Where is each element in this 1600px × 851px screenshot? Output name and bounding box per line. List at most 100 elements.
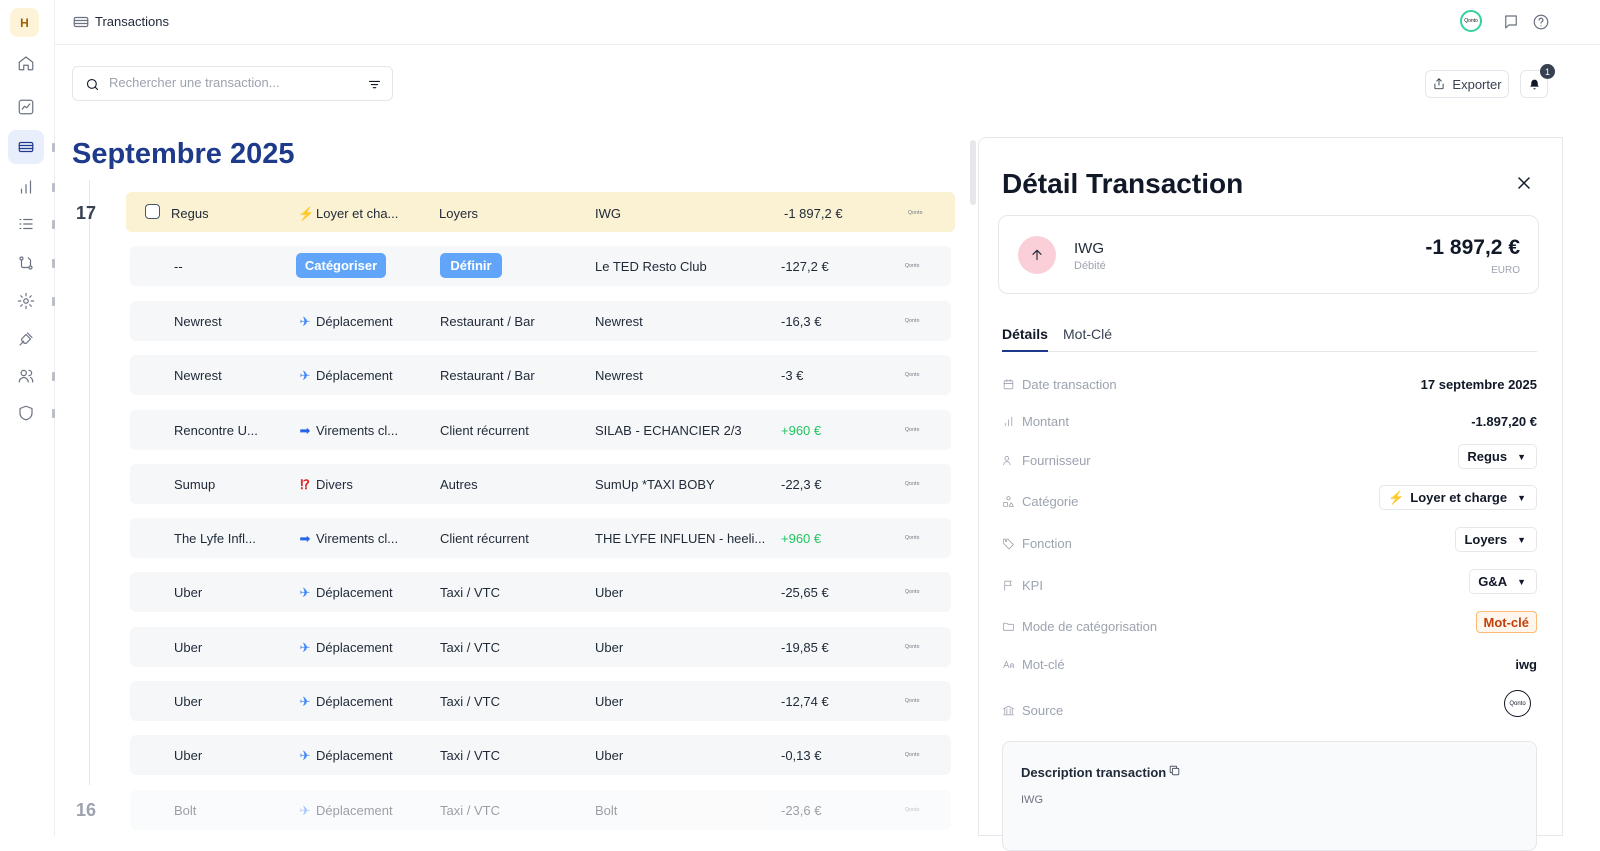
transaction-category[interactable]: ⚡ Loyer et cha... — [298, 206, 398, 222]
qonto-logo[interactable]: Qonto — [1460, 10, 1482, 32]
transaction-category[interactable]: ⁉ Divers — [298, 477, 353, 493]
transaction-counterparty: Uber — [595, 748, 624, 763]
field-label: Mot-clé — [1022, 657, 1065, 672]
transaction-amount: -25,65 € — [781, 585, 829, 600]
transaction-category[interactable]: ✈ Déplacement — [298, 694, 393, 710]
transaction-row[interactable]: Newrest ✈ Déplacement Restaurant / Bar Ne… — [130, 301, 951, 341]
transaction-category[interactable]: ✈ Déplacement — [298, 803, 393, 819]
copy-icon[interactable] — [1168, 764, 1182, 778]
transaction-name: The Lyfe Infl... — [174, 531, 256, 546]
avatar[interactable]: H — [10, 8, 39, 37]
bar-chart-icon[interactable] — [8, 170, 44, 204]
transaction-name: -- — [174, 259, 183, 274]
help-icon[interactable] — [1532, 13, 1550, 31]
category-value: Loyer et charge — [1410, 490, 1508, 505]
shield-icon[interactable] — [8, 396, 44, 430]
search-input[interactable] — [109, 75, 349, 90]
transaction-function[interactable]: Taxi / VTC — [440, 803, 500, 818]
transaction-counterparty: THE LYFE INFLUEN - heeli... — [595, 531, 766, 546]
transaction-function[interactable]: Client récurrent — [440, 531, 529, 546]
transaction-row[interactable]: Bolt ✈ Déplacement Taxi / VTC Bolt -23,6 … — [130, 790, 951, 830]
category-label: Déplacement — [316, 748, 393, 763]
list-icon[interactable] — [8, 207, 44, 241]
sidebar-collapse-marker — [52, 143, 55, 152]
trend-chart-icon[interactable] — [8, 90, 44, 124]
transaction-row[interactable]: Rencontre U... ➡ Virements cl... Client r… — [130, 410, 951, 450]
field-label: Fonction — [1022, 536, 1072, 551]
transaction-function[interactable]: Restaurant / Bar — [440, 368, 535, 383]
row-checkbox[interactable] — [145, 204, 160, 219]
transaction-counterparty: Bolt — [595, 803, 618, 818]
transaction-category[interactable]: ➡ Virements cl... — [298, 531, 399, 547]
transaction-row[interactable]: Uber ✈ Déplacement Taxi / VTC Uber -25,65… — [130, 572, 951, 612]
kpi-select[interactable]: G&A ▼ — [1469, 569, 1537, 594]
airplane-icon: ✈ — [299, 585, 311, 600]
transaction-name: Uber — [174, 694, 203, 709]
transaction-row[interactable]: Uber ✈ Déplacement Taxi / VTC Uber -12,74… — [130, 681, 951, 721]
transaction-summary-card: IWG Débité -1 897,2 € EURO — [998, 215, 1539, 294]
transaction-row[interactable]: Uber ✈ Déplacement Taxi / VTC Uber -0,13 … — [130, 735, 951, 775]
transaction-function[interactable]: Client récurrent — [440, 423, 529, 438]
field-label: Mode de catégorisation — [1022, 619, 1158, 634]
field-label: Catégorie — [1022, 494, 1079, 509]
qonto-logo: Qonto — [905, 481, 920, 487]
sidebar: H — [0, 0, 55, 836]
transaction-amount: -23,6 € — [781, 803, 822, 818]
transaction-row[interactable]: Regus ⚡ Loyer et cha... Loyers IWG -1 897… — [126, 192, 955, 232]
date-value: 17 septembre 2025 — [1420, 377, 1537, 392]
transaction-category[interactable]: ✈ Déplacement — [298, 368, 393, 384]
detail-tabs: Détails Mot-Clé — [1002, 324, 1537, 352]
transaction-row[interactable]: -- Catégoriser Définir Le TED Resto Club… — [130, 246, 951, 286]
transaction-row[interactable]: Newrest ✈ Déplacement Restaurant / Bar Ne… — [130, 355, 951, 395]
summary-status: Débité — [1074, 260, 1106, 272]
transaction-function[interactable]: Restaurant / Bar — [440, 314, 535, 329]
category-select[interactable]: ⚡ Loyer et charge ▼ — [1379, 485, 1537, 510]
transaction-name: Uber — [174, 748, 203, 763]
transaction-function[interactable]: Taxi / VTC — [440, 640, 500, 655]
interrobang-icon: ⁉ — [300, 477, 310, 492]
page-title: Transactions — [95, 14, 169, 29]
field-label: Montant — [1022, 414, 1069, 429]
supplier-value: Regus — [1467, 449, 1508, 464]
transaction-function[interactable]: Taxi / VTC — [440, 585, 500, 600]
caret-down-icon: ▼ — [1517, 492, 1526, 503]
transaction-function[interactable]: Taxi / VTC — [440, 694, 500, 709]
home-icon[interactable] — [8, 46, 44, 80]
workflow-icon[interactable] — [8, 246, 44, 280]
scrollbar[interactable] — [970, 140, 976, 205]
transaction-category[interactable]: ✈ Déplacement — [298, 640, 393, 656]
define-function-button[interactable]: Définir — [440, 253, 502, 278]
transaction-function[interactable]: Taxi / VTC — [440, 748, 500, 763]
sidebar-collapse-marker — [52, 259, 55, 268]
users-icon[interactable] — [8, 359, 44, 393]
plug-icon[interactable] — [8, 322, 44, 356]
qonto-logo: Qonto — [905, 698, 920, 704]
transaction-category[interactable]: ➡ Virements cl... — [298, 423, 399, 439]
field-function: Fonction Loyers ▼ — [1002, 527, 1537, 557]
tab-details[interactable]: Détails — [1002, 326, 1048, 352]
tab-keyword[interactable]: Mot-Clé — [1063, 326, 1112, 350]
caret-down-icon: ▼ — [1517, 451, 1526, 462]
transaction-category[interactable]: ✈ Déplacement — [298, 585, 393, 601]
transaction-row[interactable]: The Lyfe Infl... ➡ Virements cl... Client… — [130, 518, 951, 558]
transaction-function[interactable]: Loyers — [439, 206, 478, 221]
transaction-function[interactable]: Autres — [440, 477, 478, 492]
chat-icon[interactable] — [1502, 13, 1520, 31]
category-label: Loyer et cha... — [316, 206, 399, 221]
filter-icon[interactable] — [367, 77, 382, 92]
transaction-row[interactable]: Sumup ⁉ Divers Autres SumUp *TAXI BOBY -2… — [130, 464, 951, 504]
description-text: IWG — [1021, 794, 1043, 806]
transaction-category[interactable]: ✈ Déplacement — [298, 314, 393, 330]
transaction-row[interactable]: Uber ✈ Déplacement Taxi / VTC Uber -19,85… — [130, 627, 951, 667]
function-select[interactable]: Loyers ▼ — [1455, 527, 1537, 552]
qonto-logo: Qonto — [905, 372, 920, 378]
supplier-select[interactable]: Regus ▼ — [1458, 444, 1537, 469]
transaction-category[interactable]: ✈ Déplacement — [298, 748, 393, 764]
transaction-amount: -1 897,2 € — [784, 206, 843, 221]
categorize-button[interactable]: Catégoriser — [296, 253, 386, 278]
settings-icon[interactable] — [8, 284, 44, 318]
transactions-icon[interactable] — [8, 130, 44, 164]
export-button[interactable]: Exporter — [1425, 70, 1509, 98]
transaction-amount: -127,2 € — [781, 259, 829, 274]
close-icon[interactable] — [1514, 173, 1534, 193]
